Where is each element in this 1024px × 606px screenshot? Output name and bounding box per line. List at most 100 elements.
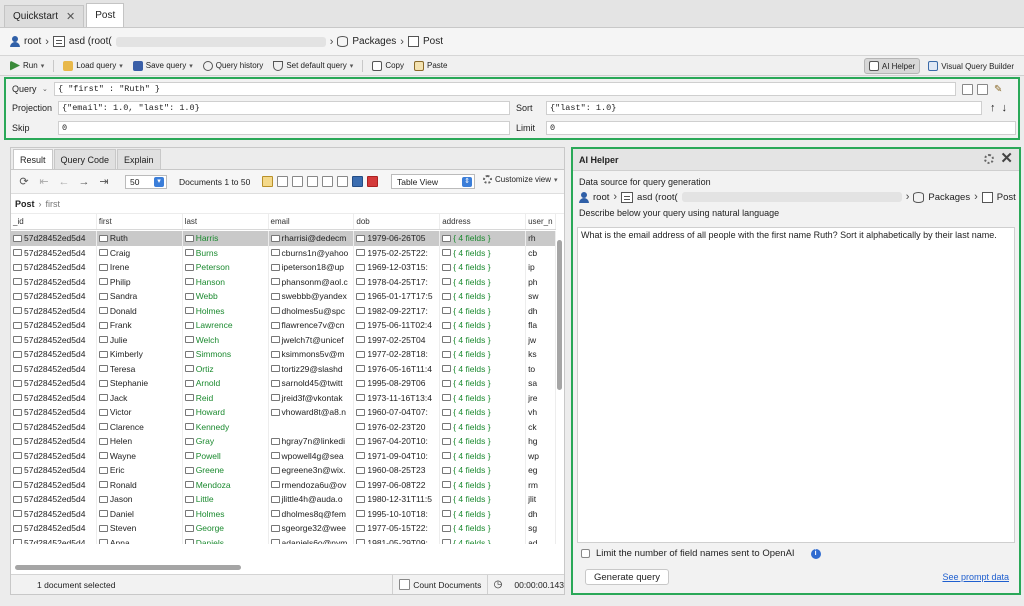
table-cell[interactable]: 1967-04-20T10:	[354, 434, 441, 449]
table-row[interactable]: 57d28452ed5d4 Irene Peterson ipeterson18@up…	[11, 260, 557, 275]
table-cell[interactable]: Peterson	[183, 260, 269, 275]
table-cell[interactable]: { 4 fields }	[440, 521, 527, 536]
delete-icon[interactable]	[367, 176, 379, 187]
table-cell[interactable]: Greene	[183, 463, 269, 478]
table-row[interactable]: 57d28452ed5d4 Philip Hanson phansonm@aol.c 1…	[11, 274, 557, 289]
table-cell[interactable]: Daniels	[183, 535, 269, 544]
copy-button[interactable]: Copy	[368, 58, 408, 74]
table-cell[interactable]: 57d28452ed5d4	[11, 231, 97, 246]
table-cell[interactable]: Jack	[97, 390, 183, 405]
tab-result[interactable]: Result	[13, 149, 53, 169]
table-cell[interactable]: 57d28452ed5d4	[11, 260, 97, 275]
previous-page-icon[interactable]: ←	[57, 176, 71, 188]
table-cell[interactable]: ph	[526, 274, 557, 289]
table-cell[interactable]: Ronald	[97, 477, 183, 492]
ai-crumb-user[interactable]: root	[593, 192, 609, 203]
table-cell[interactable]: sgeorge32@wee	[269, 521, 355, 536]
table-cell[interactable]: 1960-07-04T07:	[354, 405, 441, 420]
table-cell[interactable]: jlittle4h@auda.o	[269, 492, 355, 507]
tab-quickstart[interactable]: Quickstart ✕	[4, 5, 85, 27]
table-row[interactable]: 57d28452ed5d4 Helen Gray hgray7n@linkedi 196…	[11, 434, 557, 449]
view-mode-select[interactable]: Table View ⇕	[391, 174, 475, 189]
query-history-button[interactable]: Query history	[199, 58, 268, 74]
table-cell[interactable]: vhoward8t@a8.n	[269, 405, 355, 420]
table-cell[interactable]: tortiz29@slashd	[269, 361, 355, 376]
table-cell[interactable]: jlit	[526, 492, 557, 507]
table-cell[interactable]: ck	[526, 419, 557, 434]
refresh-icon[interactable]: ⟳	[17, 175, 31, 188]
projection-input[interactable]: {"email": 1.0, "last": 1.0}	[58, 101, 510, 115]
table-cell[interactable]: Helen	[97, 434, 183, 449]
table-cell[interactable]: { 4 fields }	[440, 376, 527, 391]
table-row[interactable]: 57d28452ed5d4 Jack Reid jreid3f@vkontak 1973…	[11, 390, 557, 405]
table-row[interactable]: 57d28452ed5d4 Wayne Powell wpowell4g@sea 197…	[11, 448, 557, 463]
table-cell[interactable]: 57d28452ed5d4	[11, 318, 97, 333]
table-cell[interactable]: Clarence	[97, 419, 183, 434]
table-cell[interactable]: Daniel	[97, 506, 183, 521]
table-cell[interactable]: Donald	[97, 303, 183, 318]
table-cell[interactable]: Julie	[97, 332, 183, 347]
table-cell[interactable]: { 4 fields }	[440, 274, 527, 289]
table-cell[interactable]: Steven	[97, 521, 183, 536]
table-cell[interactable]: Holmes	[183, 506, 269, 521]
table-cell[interactable]: phansonm@aol.c	[269, 274, 355, 289]
table-cell[interactable]: 1981-05-29T09:	[354, 535, 441, 544]
info-icon[interactable]: i	[810, 548, 821, 559]
table-cell[interactable]: 57d28452ed5d4	[11, 535, 97, 544]
table-cell[interactable]: Frank	[97, 318, 183, 333]
arrow-down-icon[interactable]: ↓	[1002, 102, 1008, 114]
query-input[interactable]: { "first" : "Ruth" }	[54, 82, 956, 96]
sort-input[interactable]: {"last": 1.0}	[546, 101, 982, 115]
table-cell[interactable]: { 4 fields }	[440, 361, 527, 376]
table-cell[interactable]: Irene	[97, 260, 183, 275]
table-cell[interactable]: Ortiz	[183, 361, 269, 376]
table-cell[interactable]: 1980-12-31T11:5	[354, 492, 441, 507]
lock-icon[interactable]	[262, 176, 274, 187]
table-cell[interactable]: { 4 fields }	[440, 434, 527, 449]
table-cell[interactable]: { 4 fields }	[440, 477, 527, 492]
column-header[interactable]: last	[183, 214, 269, 229]
table-cell[interactable]: { 4 fields }	[440, 245, 527, 260]
column-header[interactable]: email	[269, 214, 355, 229]
column-header[interactable]: user_n	[526, 214, 557, 229]
table-row[interactable]: 57d28452ed5d4 Anna Daniels adaniels6o@nym 19…	[11, 535, 557, 544]
table-cell[interactable]: 57d28452ed5d4	[11, 521, 97, 536]
ai-crumb-connection[interactable]: asd (root(	[637, 192, 678, 203]
table-cell[interactable]: { 4 fields }	[440, 535, 527, 544]
table-cell[interactable]: Jason	[97, 492, 183, 507]
table-cell[interactable]: { 4 fields }	[440, 506, 527, 521]
format-icon[interactable]	[962, 83, 973, 95]
table-cell[interactable]: Stephanie	[97, 376, 183, 391]
table-cell[interactable]: Anna	[97, 535, 183, 544]
table-cell[interactable]: dh	[526, 506, 557, 521]
load-query-button[interactable]: Load query ▾	[59, 58, 127, 74]
table-cell[interactable]: { 4 fields }	[440, 303, 527, 318]
table-cell[interactable]: sw	[526, 289, 557, 304]
table-row[interactable]: 57d28452ed5d4 Clarence Kennedy 1976-02-23T2…	[11, 419, 557, 434]
table-cell[interactable]: 57d28452ed5d4	[11, 506, 97, 521]
table-cell[interactable]: 57d28452ed5d4	[11, 289, 97, 304]
search-document-icon[interactable]	[337, 176, 349, 187]
table-cell[interactable]: jre	[526, 390, 557, 405]
ai-helper-button[interactable]: AI Helper	[863, 58, 921, 74]
table-row[interactable]: 57d28452ed5d4 Eric Greene egreene3n@wix. 196…	[11, 463, 557, 478]
table-cell[interactable]: 57d28452ed5d4	[11, 303, 97, 318]
gear-icon[interactable]	[984, 154, 995, 164]
table-cell[interactable]: 1969-12-03T15:	[354, 260, 441, 275]
page-size-select[interactable]: 50 ▾	[125, 174, 167, 189]
table-cell[interactable]: { 4 fields }	[440, 231, 527, 246]
table-cell[interactable]: { 4 fields }	[440, 260, 527, 275]
table-cell[interactable]: flawrence7v@cn	[269, 318, 355, 333]
table-cell[interactable]: Ruth	[97, 231, 183, 246]
table-cell[interactable]: wp	[526, 448, 557, 463]
table-cell[interactable]: ks	[526, 347, 557, 362]
tab-post[interactable]: Post	[86, 3, 125, 27]
table-row[interactable]: 57d28452ed5d4 Ruth Harris rharrisi@dedecm 19…	[11, 231, 557, 246]
table-row[interactable]: 57d28452ed5d4 Daniel Holmes dholmes8q@fem 19…	[11, 506, 557, 521]
clear-brush-icon[interactable]: ✎	[994, 84, 1002, 95]
query-options-icon[interactable]	[977, 83, 988, 95]
table-cell[interactable]: Burns	[183, 245, 269, 260]
tab-explain[interactable]: Explain	[117, 149, 161, 169]
table-cell[interactable]: 1977-02-28T18:	[354, 347, 441, 362]
table-cell[interactable]: dholmes8q@fem	[269, 506, 355, 521]
